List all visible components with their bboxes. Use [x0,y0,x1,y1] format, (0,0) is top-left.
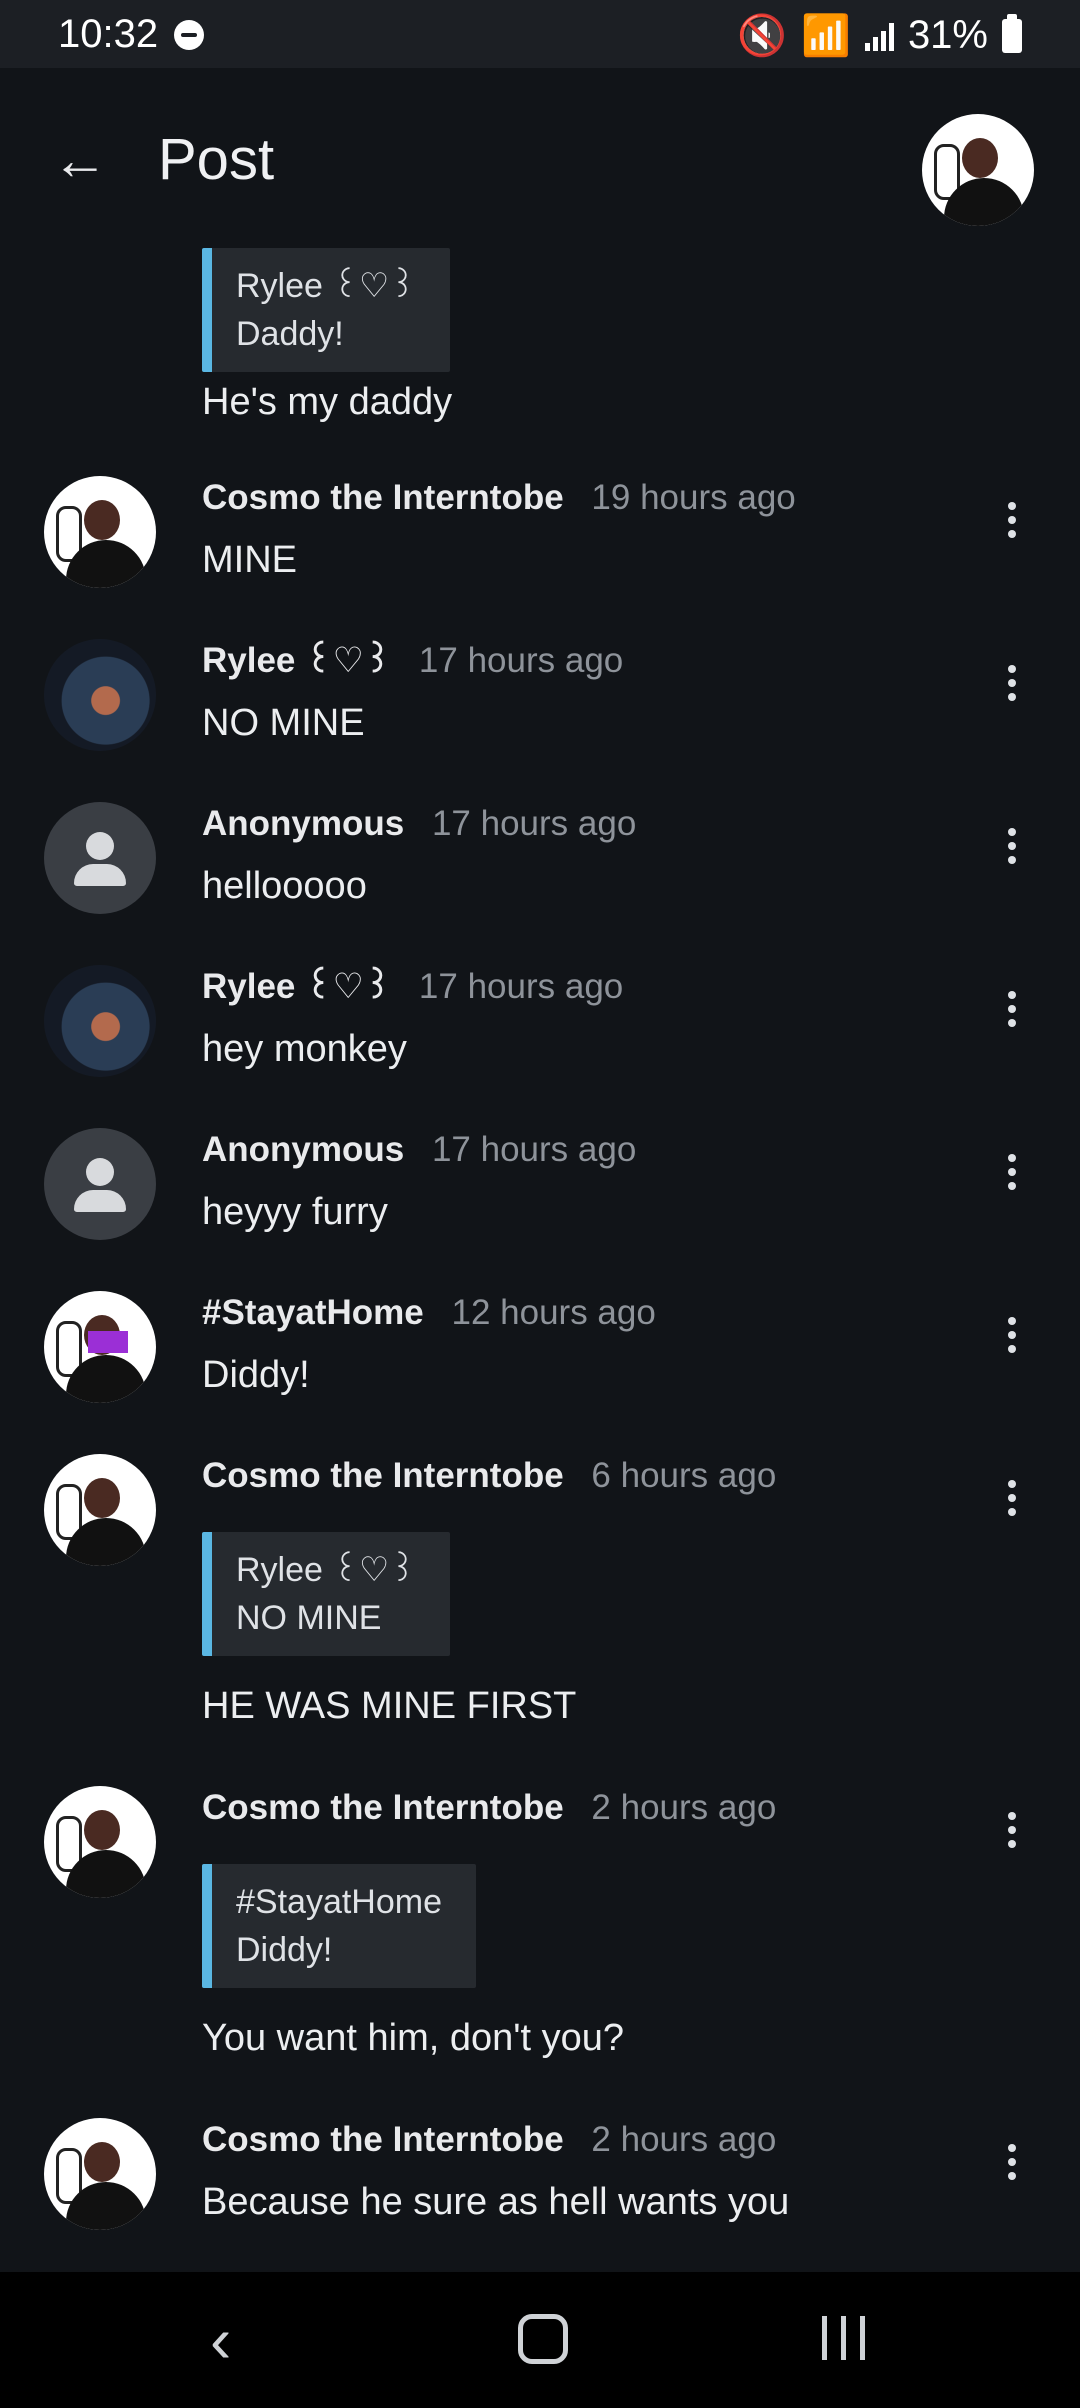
more-options-icon[interactable] [998,661,1026,711]
avatar[interactable] [44,965,156,1077]
quote-text: NO MINE [236,1599,382,1637]
quote-author: Rylee ꒰♡꒱ [236,1551,416,1589]
status-time: 10:32 [58,12,159,56]
signal-icon [864,21,894,51]
face-graphic [84,1478,120,1518]
comment-time: 19 hours ago [591,478,796,517]
more-options-icon[interactable] [998,498,1026,548]
comment-meta: Anonymous 17 hours ago [202,802,636,846]
avatar[interactable] [44,1128,156,1240]
quote-text: Daddy! [236,315,344,353]
comment-author[interactable]: Rylee ꒰♡꒱ [202,967,391,1006]
comment-author[interactable]: Anonymous [202,1130,404,1169]
comment-time: 2 hours ago [591,1788,777,1827]
app-bar: ← Post [0,68,1080,248]
face-graphic [962,138,998,178]
comment-text: Because he sure as hell wants you [202,2181,790,2223]
comment-time: 17 hours ago [431,1130,637,1169]
comment-text: MINE [202,539,297,581]
comment-body: He's my daddy [202,381,453,423]
more-options-icon[interactable] [998,1808,1026,1858]
person-icon [86,1158,114,1186]
avatar[interactable] [44,639,156,751]
person-body [74,864,126,886]
avatar[interactable] [44,1454,156,1566]
comment-meta: Cosmo the Interntobe 2 hours ago [202,2118,776,2162]
comment-author[interactable]: Cosmo the Interntobe [202,478,564,517]
avatar[interactable] [44,476,156,588]
face-graphic [84,1810,120,1850]
system-nav-bar: ‹ [0,2272,1080,2408]
comment-time: 12 hours ago [451,1293,656,1332]
status-bar: 10:32 🔇 📶 31% [0,0,1080,68]
comment-meta: Cosmo the Interntobe 19 hours ago [202,476,796,520]
comment-text: hellooooo [202,865,367,907]
partial-comment: Rylee ꒰♡꒱ Daddy! [0,248,1080,428]
comment-time: 6 hours ago [591,1456,777,1495]
nav-home-icon[interactable] [518,2314,568,2364]
comment-meta: Rylee ꒰♡꒱ 17 hours ago [202,639,623,683]
more-options-icon[interactable] [998,824,1026,874]
comment-text: You want him, don't you? [202,2017,625,2059]
comment-time: 17 hours ago [418,967,624,1006]
more-options-icon[interactable] [998,2140,1026,2190]
mute-icon: 🔇 [737,14,788,58]
nav-recents-icon[interactable] [822,2316,865,2360]
comment-text: NO MINE [202,702,365,744]
avatar[interactable] [44,802,156,914]
avatar[interactable] [44,1786,156,1898]
nav-back-icon[interactable]: ‹ [210,2308,270,2372]
more-options-icon[interactable] [998,987,1026,1037]
tag-graphic [88,1331,128,1353]
avatar[interactable] [44,1291,156,1403]
comment-time: 17 hours ago [431,804,637,843]
more-options-icon[interactable] [998,1150,1026,1200]
do-not-disturb-icon [174,20,204,50]
comment-time: 2 hours ago [591,2120,777,2159]
comment-author[interactable]: Cosmo the Interntobe [202,1788,564,1827]
comment-meta: Anonymous 17 hours ago [202,1128,636,1172]
person-icon [86,832,114,860]
comment-text: heyyy furry [202,1191,388,1233]
wifi-icon: 📶 [801,14,851,58]
battery-icon [1002,13,1022,53]
status-right: 🔇 📶 31% [737,12,1022,59]
comment-author[interactable]: Rylee ꒰♡꒱ [202,641,391,680]
comment-meta: #StayatHome 12 hours ago [202,1291,656,1335]
more-options-icon[interactable] [998,1313,1026,1363]
quote-author: Rylee ꒰♡꒱ [236,267,416,305]
face-graphic [84,500,120,540]
comment-text: HE WAS MINE FIRST [202,1685,577,1727]
comment-meta: Cosmo the Interntobe 2 hours ago [202,1786,776,1830]
profile-avatar[interactable] [922,114,1034,226]
comment-meta: Rylee ꒰♡꒱ 17 hours ago [202,965,623,1009]
more-options-icon[interactable] [998,1476,1026,1526]
comment-text: Diddy! [202,1354,310,1396]
battery-percent: 31% [907,13,988,57]
comment-text: hey monkey [202,1028,407,1070]
avatar[interactable] [44,2118,156,2230]
back-arrow-icon[interactable]: ← [52,132,112,192]
comment-author[interactable]: #StayatHome [202,1293,424,1332]
page-title: Post [158,127,275,192]
comment-author[interactable]: Anonymous [202,804,404,843]
person-body [74,1190,126,1212]
quote-text: Diddy! [236,1931,333,1969]
reply-quote[interactable]: Rylee ꒰♡꒱ Daddy! [202,248,450,372]
reply-quote[interactable]: #StayatHome Diddy! [202,1864,476,1988]
reply-quote[interactable]: Rylee ꒰♡꒱ NO MINE [202,1532,450,1656]
comment-author[interactable]: Cosmo the Interntobe [202,1456,564,1495]
comment-author[interactable]: Cosmo the Interntobe [202,2120,564,2159]
quote-author: #StayatHome [236,1883,442,1921]
comment-time: 17 hours ago [418,641,624,680]
comment-meta: Cosmo the Interntobe 6 hours ago [202,1454,776,1498]
face-graphic [84,2142,120,2182]
